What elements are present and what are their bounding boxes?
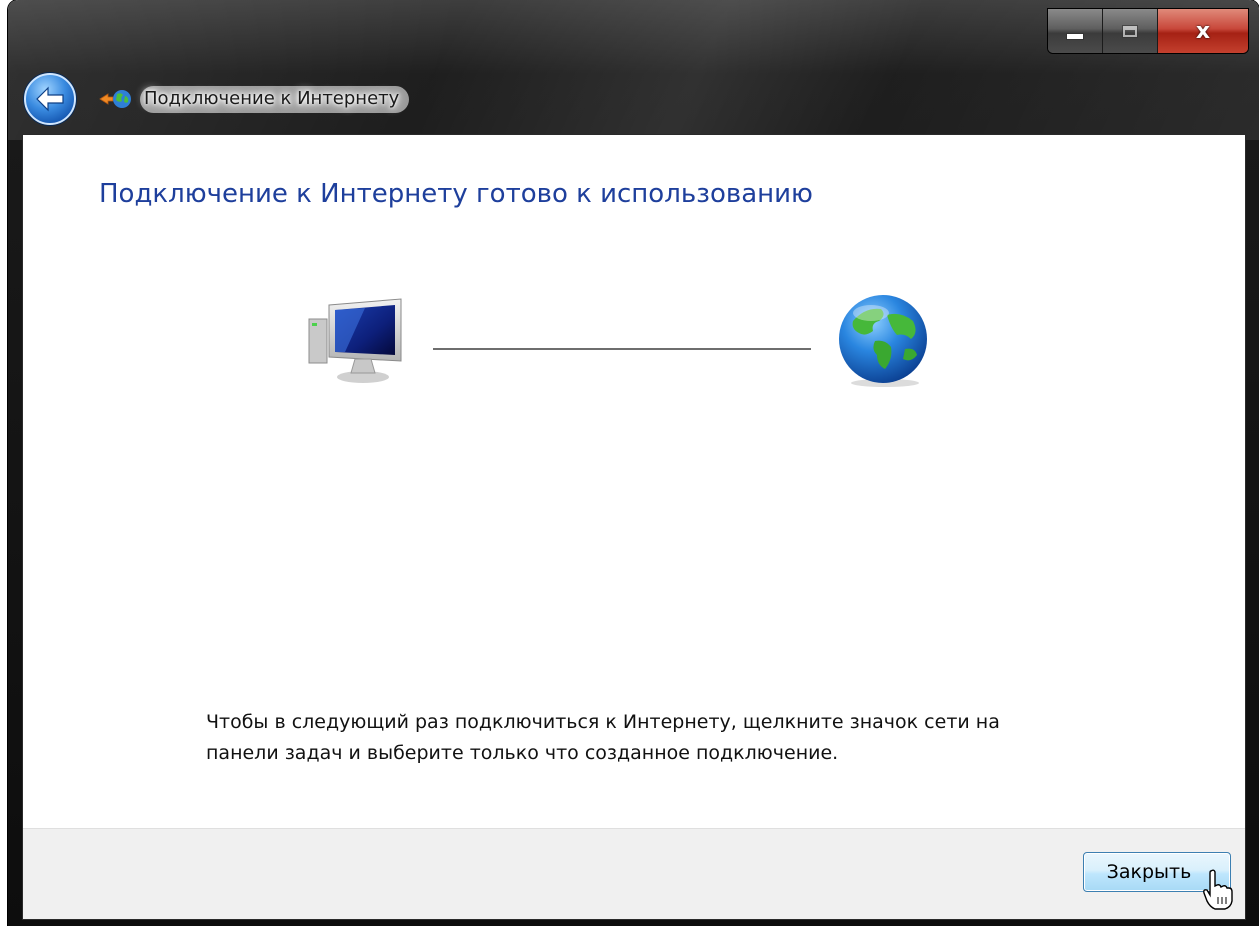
globe-icon: [835, 293, 931, 389]
window-title: Подключение к Интернету: [140, 85, 410, 113]
maximize-button: [1103, 9, 1158, 53]
close-window-button[interactable]: x: [1158, 9, 1248, 53]
titlebar: Подключение к Интернету: [24, 72, 410, 126]
back-arrow-icon: [36, 86, 64, 112]
minimize-button[interactable]: [1048, 9, 1103, 53]
wizard-window: x Подключение к Интернету Подключение к …: [8, 0, 1259, 926]
wizard-page: Подключение к Интернету готово к использ…: [22, 134, 1246, 920]
caption-buttons: x: [1047, 8, 1249, 54]
close-icon: x: [1195, 18, 1211, 44]
internet-connection-icon: [98, 85, 134, 113]
page-heading: Подключение к Интернету готово к использ…: [99, 179, 813, 209]
maximize-icon: [1122, 24, 1138, 38]
button-bar: Закрыть: [23, 828, 1245, 919]
instruction-line-2: панели задач и выберите только что созда…: [206, 742, 839, 764]
hand-cursor-icon: [1203, 869, 1233, 911]
back-button[interactable]: [24, 73, 76, 125]
instruction-text: Чтобы в следующий раз подключиться к Инт…: [206, 707, 1106, 769]
minimize-icon: [1066, 32, 1084, 40]
computer-icon: [305, 295, 405, 387]
connection-line: [433, 348, 811, 350]
close-button-label: Закрыть: [1106, 861, 1192, 883]
instruction-line-1: Чтобы в следующий раз подключиться к Инт…: [206, 711, 1000, 733]
